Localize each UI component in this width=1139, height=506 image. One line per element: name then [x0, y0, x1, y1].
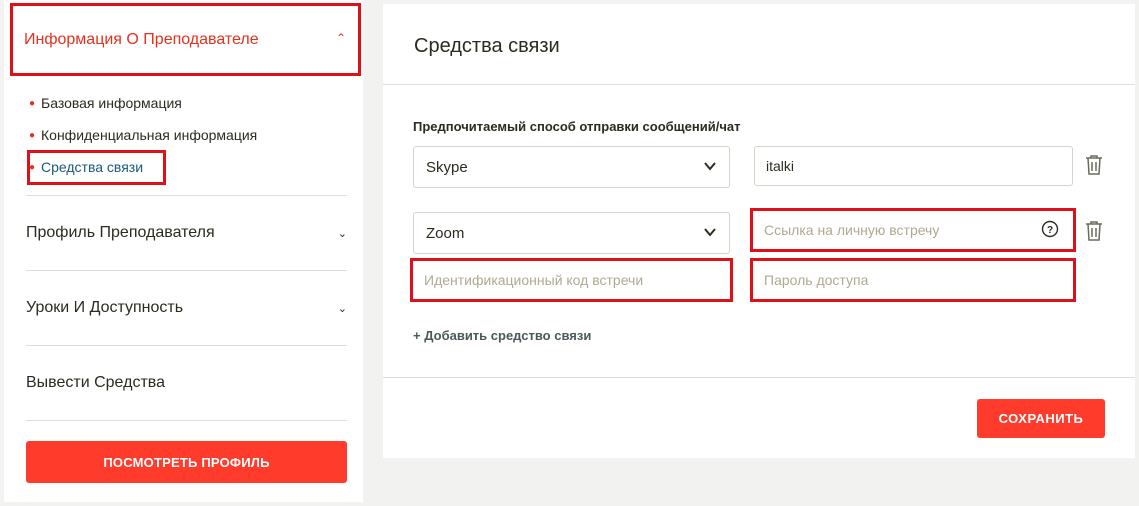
chevron-down-icon [704, 228, 716, 237]
save-button[interactable]: СОХРАНИТЬ [977, 399, 1105, 438]
divider [383, 377, 1135, 378]
input-placeholder: Ссылка на личную встречу [764, 222, 940, 238]
divider [383, 84, 1135, 85]
chevron-down-icon: ⌄ [337, 227, 347, 240]
active-highlight [27, 150, 166, 185]
section-teacher-profile[interactable]: Профиль Преподавателя ⌄ [26, 196, 347, 270]
section-label: Вывести Средства [26, 374, 165, 391]
page-title: Средства связи [414, 35, 560, 57]
sidebar: Информация О Преподавателе ⌃ ● Базовая и… [4, 0, 363, 502]
svg-text:?: ? [1047, 225, 1053, 236]
bullet-icon: ● [29, 129, 36, 141]
subitem-label: Конфиденциальная информация [41, 127, 258, 143]
subitem-basic-info[interactable]: ● Базовая информация [29, 95, 182, 111]
help-icon[interactable]: ? [1041, 220, 1059, 238]
contact-id-input-1[interactable]: italki [754, 146, 1073, 186]
trash-icon[interactable] [1085, 154, 1103, 176]
subitem-confidential-info[interactable]: ● Конфиденциальная информация [29, 127, 257, 143]
communication-card: Средства связи Предпочитаемый способ отп… [383, 4, 1135, 458]
section-teacher-info[interactable]: Информация О Преподавателе ⌃ [10, 3, 361, 76]
select-value: Skype [426, 158, 468, 176]
section-title: Информация О Преподавателе [24, 30, 259, 48]
section-withdraw-funds[interactable]: Вывести Средства [26, 346, 347, 420]
section-lessons-availability[interactable]: Уроки И Доступность ⌄ [26, 271, 347, 345]
input-placeholder: Идентификационный код встречи [424, 272, 644, 288]
add-contact-method-link[interactable]: + Добавить средство связи [413, 328, 591, 343]
trash-icon[interactable] [1085, 220, 1103, 242]
chevron-up-icon: ⌃ [335, 31, 346, 45]
subitem-label: Базовая информация [41, 95, 182, 111]
select-value: Zoom [426, 224, 465, 242]
divider [26, 420, 347, 421]
view-profile-button[interactable]: ПОСМОТРЕТЬ ПРОФИЛЬ [26, 441, 347, 483]
input-placeholder: Пароль доступа [764, 272, 869, 288]
chevron-down-icon [704, 162, 716, 171]
method-select-2[interactable]: Zoom [413, 212, 730, 254]
bullet-icon: ● [29, 97, 36, 109]
meeting-link-input[interactable]: Ссылка на личную встречу [750, 208, 1076, 252]
field-label: Предпочитаемый способ отправки сообщений… [413, 119, 741, 134]
input-value: italki [766, 158, 795, 174]
chevron-down-icon: ⌄ [337, 302, 347, 315]
section-label: Профиль Преподавателя [26, 224, 215, 241]
section-label: Уроки И Доступность [26, 299, 184, 316]
meeting-id-input[interactable]: Идентификационный код встречи [410, 258, 733, 302]
meeting-password-input[interactable]: Пароль доступа [750, 258, 1076, 302]
method-select-1[interactable]: Skype [413, 146, 730, 188]
